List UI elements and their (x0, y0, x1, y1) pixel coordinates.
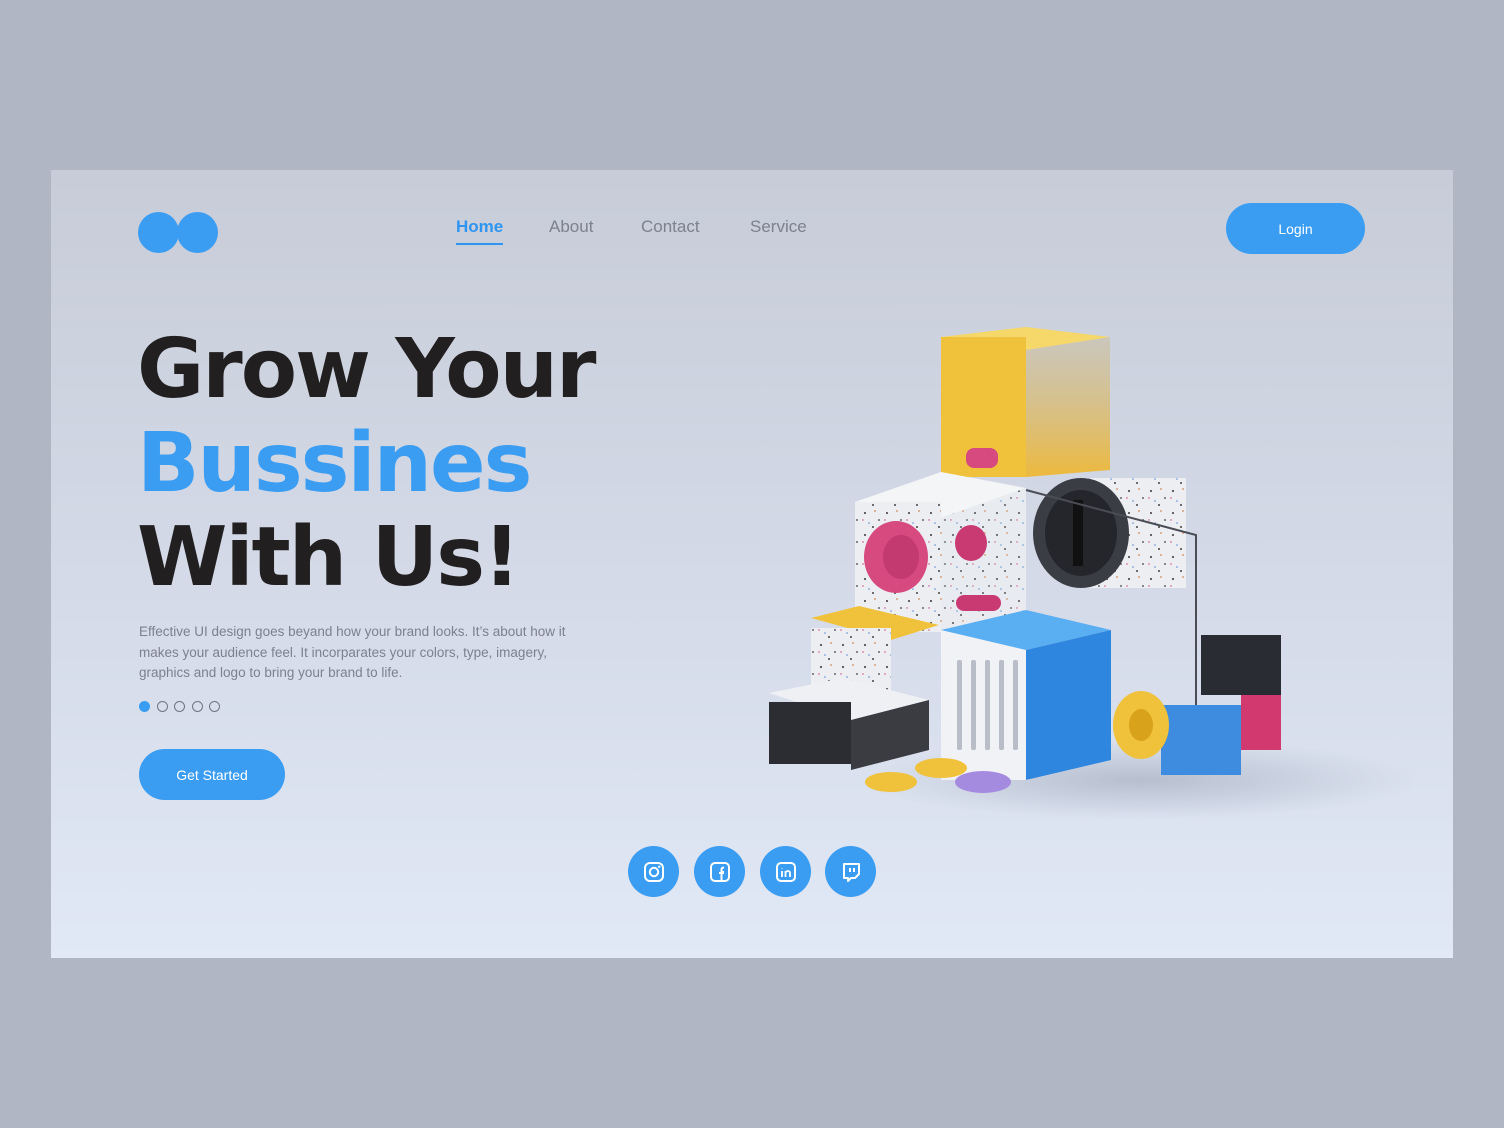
yellow-ring-hole (1129, 709, 1153, 741)
carousel-dot-2[interactable] (157, 701, 168, 712)
active-nav-underline (456, 243, 504, 245)
cylinder-handle (1073, 500, 1083, 566)
hero-headline: Grow Your Bussines With Us! (137, 322, 596, 605)
headline-line-3: With Us! (137, 510, 520, 605)
carousel-dot-5[interactable] (209, 701, 220, 712)
instagram-icon (643, 861, 664, 882)
hero-3d-blocks-illustration (769, 327, 1411, 820)
pink-slot (956, 595, 1001, 611)
landing-page: Home About Contact Service Login Grow Yo… (51, 170, 1453, 958)
keypad-front (769, 702, 851, 764)
pink-knob (955, 525, 987, 561)
purple-disc (955, 771, 1011, 793)
pink-speaker-center (883, 535, 919, 579)
linkedin-icon (775, 861, 796, 882)
carousel-dot-3[interactable] (174, 701, 185, 712)
headline-line-1: Grow Your (137, 322, 596, 417)
linkedin-button[interactable] (760, 846, 811, 897)
facebook-icon (709, 861, 730, 882)
carousel-dot-1[interactable] (139, 701, 150, 712)
nav-item-home-label: Home (456, 217, 504, 236)
logo-circle-right (177, 212, 218, 253)
blue-cube-right (1026, 630, 1111, 780)
twitch-button[interactable] (825, 846, 876, 897)
yellow-disc-1 (865, 772, 917, 792)
brand-logo[interactable] (138, 212, 220, 254)
facebook-button[interactable] (694, 846, 745, 897)
hero-description: Effective UI design goes beyand how your… (139, 624, 566, 680)
nav-item-home[interactable]: Home (456, 217, 504, 245)
nav-item-about[interactable]: About (549, 217, 593, 237)
instagram-button[interactable] (628, 846, 679, 897)
yellow-cube-glass (1026, 337, 1110, 477)
pink-cube (1241, 695, 1281, 750)
headline-line-2: Bussines (137, 416, 532, 511)
twitch-icon (842, 862, 860, 882)
login-button[interactable]: Login (1226, 203, 1365, 254)
black-cube (1201, 635, 1281, 695)
carousel-dot-4[interactable] (192, 701, 203, 712)
pink-cylinder-knob (966, 448, 998, 468)
get-started-button[interactable]: Get Started (139, 749, 285, 800)
nav-item-contact[interactable]: Contact (641, 217, 700, 237)
yellow-disc-2 (915, 758, 967, 778)
logo-circle-left (138, 212, 179, 253)
small-blue-cube (1161, 705, 1241, 775)
nav-item-service[interactable]: Service (750, 217, 807, 237)
